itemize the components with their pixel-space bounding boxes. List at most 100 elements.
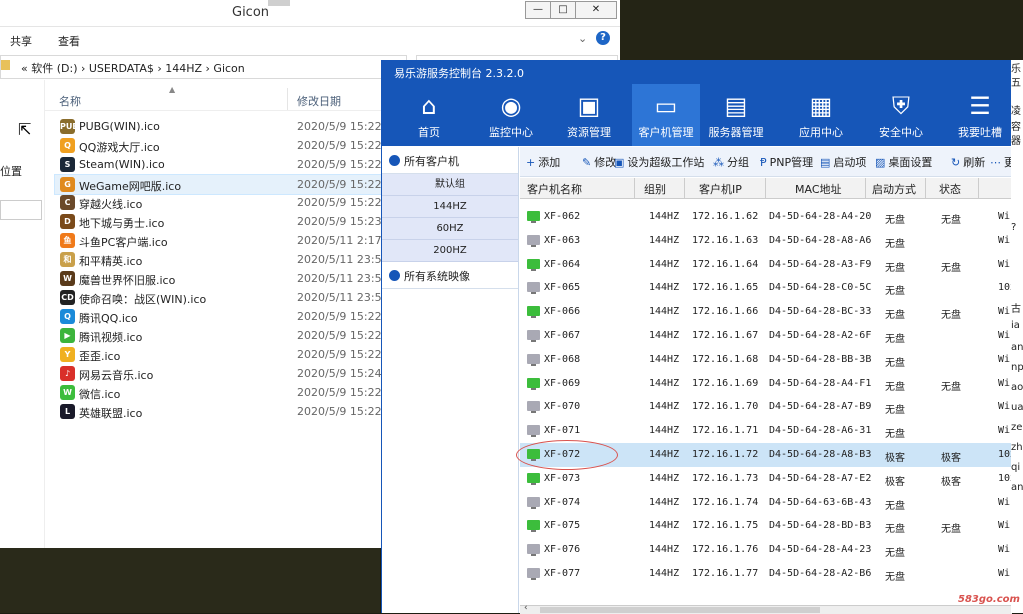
table-row[interactable]: XF-071 144HZ 172.16.1.71 D4-5D-64-28-A6-31 无…: [520, 419, 1012, 443]
all-images-node[interactable]: 所有系统映像: [382, 262, 518, 289]
file-name: 微信.ico: [79, 388, 121, 401]
file-date: 2020/5/9 15:22: [297, 196, 382, 209]
background-text: ze: [1011, 422, 1023, 433]
ribbon-tab-share[interactable]: 共享: [10, 33, 32, 49]
column-name[interactable]: 名称: [59, 93, 81, 109]
table-row[interactable]: XF-073 144HZ 172.16.1.73 D4-5D-64-28-A7-E2 极…: [520, 467, 1016, 491]
column-separator[interactable]: [765, 178, 766, 198]
toolbar-add-button[interactable]: + 添加: [526, 154, 560, 170]
explorer-title-bar: Gicon — □ ✕: [0, 0, 620, 27]
cell-mac: D4-5D-64-28-A8-A6: [769, 234, 872, 246]
file-icon: Q: [60, 309, 75, 324]
nav-location-label[interactable]: 位置: [0, 163, 22, 179]
table-row[interactable]: XF-065 144HZ 172.16.1.65 D4-5D-64-28-C0-5C 无…: [520, 276, 1016, 300]
scroll-left-icon[interactable]: ‹: [524, 603, 528, 613]
maximize-button[interactable]: □: [550, 1, 576, 19]
file-date: 2020/5/9 15:22: [297, 348, 382, 361]
column-status[interactable]: 状态: [939, 181, 961, 197]
help-icon[interactable]: ?: [596, 31, 610, 45]
table-row[interactable]: XF-067 144HZ 172.16.1.67 D4-5D-64-28-A2-6F 无…: [520, 324, 1012, 348]
table-row[interactable]: XF-076 144HZ 172.16.1.76 D4-5D-64-28-A4-23 无…: [520, 538, 1012, 562]
toolbar-refresh-button[interactable]: ↻ 刷新: [951, 154, 985, 170]
table-row[interactable]: XF-074 144HZ 172.16.1.74 D4-5D-64-63-6B-43 无…: [520, 491, 1012, 515]
nav-apps[interactable]: ▦ 应用中心: [787, 84, 855, 146]
file-name: 腾讯QQ.ico: [79, 312, 138, 325]
nav-monitor[interactable]: ◉ 监控中心: [477, 84, 545, 146]
toolbar-pnp-button[interactable]: Ᵽ PNP管理: [760, 154, 813, 170]
table-row[interactable]: XF-062 144HZ 172.16.1.62 D4-5D-64-28-A4-20 无…: [520, 205, 1012, 229]
nav-label: 安全中心: [879, 126, 923, 139]
cell-client-name: XF-076: [544, 544, 581, 556]
toolbar-desktop-settings-button[interactable]: ▨ 桌面设置: [875, 154, 932, 170]
cell-boot: 无盘: [885, 405, 905, 417]
column-separator[interactable]: [634, 178, 635, 198]
more-icon: ⋯: [990, 156, 1001, 169]
toolbar-super-workstation-button[interactable]: ▣ 设为超级工作站: [614, 154, 704, 170]
toolbar-group-button[interactable]: ⁂ 分组: [713, 154, 749, 170]
cell-ip: 172.16.1.75: [692, 520, 759, 532]
address-bar[interactable]: « 软件 (D:) › USERDATA$ › 144HZ › Gicon: [0, 55, 407, 79]
group-item-60hz[interactable]: 60HZ: [382, 218, 518, 240]
close-button[interactable]: ✕: [575, 1, 617, 19]
monitor-icon: [527, 234, 540, 247]
table-row[interactable]: XF-066 144HZ 172.16.1.66 D4-5D-64-28-BC-33 无…: [520, 300, 1012, 324]
group-item-200hz[interactable]: 200HZ: [382, 240, 518, 262]
nav-security[interactable]: ⛨ 安全中心: [867, 84, 935, 146]
table-row[interactable]: XF-068 144HZ 172.16.1.68 D4-5D-64-28-BB-3B 无…: [520, 348, 1012, 372]
table-row[interactable]: XF-063 144HZ 172.16.1.63 D4-5D-64-28-A8-A6 无…: [520, 229, 1012, 253]
column-separator[interactable]: [684, 178, 685, 198]
group-item-144hz[interactable]: 144HZ: [382, 196, 518, 218]
group-item-default[interactable]: 默认组: [382, 174, 518, 196]
nav-feedback[interactable]: ☰ 我要吐槽: [946, 84, 1014, 146]
column-date[interactable]: 修改日期: [297, 93, 341, 109]
nav-resources[interactable]: ▣ 资源管理: [555, 84, 623, 146]
column-separator[interactable]: [287, 88, 288, 110]
toolbar-startup-button[interactable]: ▤ 启动项: [820, 154, 866, 170]
nav-home[interactable]: ⌂ 首页: [395, 84, 463, 146]
chevron-down-icon[interactable]: ⌄: [578, 32, 587, 45]
file-icon: Q: [60, 138, 75, 153]
table-row[interactable]: XF-064 144HZ 172.16.1.64 D4-5D-64-28-A3-F9 无…: [520, 253, 1012, 277]
nav-label: 我要吐槽: [958, 126, 1002, 139]
column-client-name[interactable]: 客户机名称: [527, 181, 582, 197]
column-separator[interactable]: [978, 178, 979, 198]
cell-ip: 172.16.1.67: [692, 330, 759, 341]
minimize-button[interactable]: —: [525, 1, 551, 19]
column-separator[interactable]: [865, 178, 866, 198]
cell-mac: D4-5D-64-28-C0-5C: [769, 282, 872, 294]
nav-clients[interactable]: ▭ 客户机管理: [632, 84, 700, 146]
toolbar-edit-button[interactable]: ✎ 修改: [582, 154, 616, 170]
cell-group: 144HZ: [649, 330, 680, 341]
nav-servers[interactable]: ▤ 服务器管理: [702, 84, 770, 146]
quick-access-button[interactable]: [268, 0, 290, 6]
cell-ip: 172.16.1.71: [692, 425, 759, 437]
table-row[interactable]: XF-075 144HZ 172.16.1.75 D4-5D-64-28-BD-B3 无…: [520, 514, 1012, 538]
file-name: 穿越火线.ico: [79, 198, 143, 211]
ribbon-tab-view[interactable]: 查看: [58, 33, 80, 49]
column-separator[interactable]: [925, 178, 926, 198]
scrollbar-thumb[interactable]: [540, 607, 820, 613]
nav-label: 客户机管理: [638, 126, 694, 139]
file-icon: L: [60, 404, 75, 419]
table-row[interactable]: XF-077 144HZ 172.16.1.77 D4-5D-64-28-A2-B6 无…: [520, 562, 1012, 586]
cell-boot: 无盘: [885, 357, 905, 369]
table-row[interactable]: XF-070 144HZ 172.16.1.70 D4-5D-64-28-A7-B9 无…: [520, 395, 1012, 419]
super-workstation-icon: ▣: [614, 156, 625, 169]
nav-box[interactable]: [0, 200, 42, 220]
cell-client-name: XF-073: [544, 472, 581, 484]
column-boot-mode[interactable]: 启动方式: [872, 181, 916, 197]
explorer-title: Gicon: [232, 5, 270, 20]
cell-mac: D4-5D-64-28-A4-23: [769, 544, 872, 556]
all-clients-node[interactable]: 所有客户机: [382, 147, 518, 174]
table-row[interactable]: XF-069 144HZ 172.16.1.69 D4-5D-64-28-A4-F1 无…: [520, 372, 1012, 396]
file-date: 2020/5/9 15:22: [297, 310, 382, 323]
column-ip[interactable]: 客户机IP: [699, 181, 742, 197]
cell-group: 144HZ: [649, 568, 680, 579]
column-mac[interactable]: MAC地址: [795, 181, 842, 197]
column-group[interactable]: 组别: [644, 181, 666, 197]
monitor-icon: [527, 425, 540, 438]
cell-client-name: XF-066: [544, 306, 581, 318]
file-icon: G: [60, 177, 75, 192]
file-icon: CD: [60, 290, 75, 305]
toolbar-more-button[interactable]: ⋯更: [990, 154, 1012, 170]
